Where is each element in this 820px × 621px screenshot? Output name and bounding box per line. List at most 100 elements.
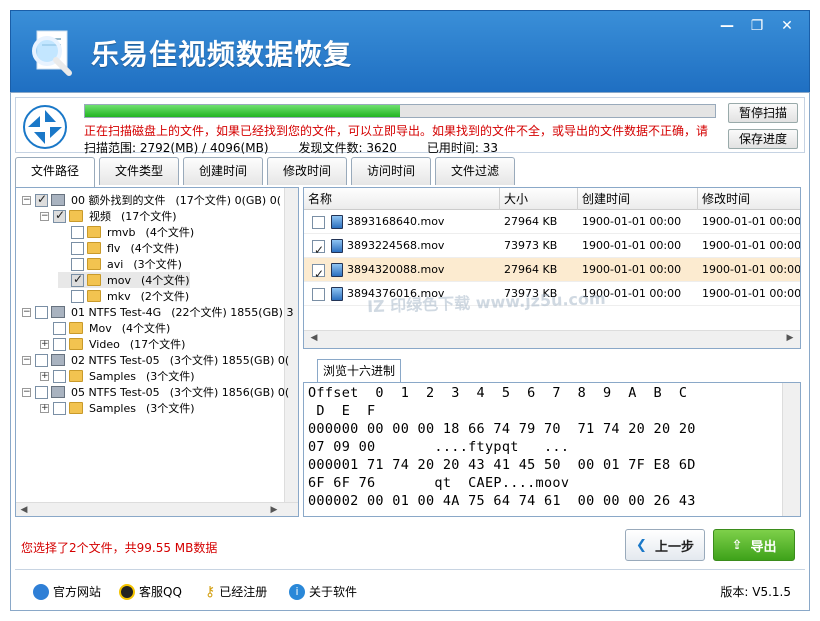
tree-checkbox[interactable] [53,208,66,223]
file-size-cell: 73973 KB [504,239,558,252]
tree-checkbox[interactable] [71,225,84,239]
list-horizontal-scrollbar[interactable]: ◀ ▶ [304,330,800,348]
hex-line: Offset 0 1 2 3 4 5 6 7 8 9 A B C [308,385,688,401]
file-list-header: 名称 大小 创建时间 修改时间 [304,188,800,210]
file-name: 3893224568.mov [347,239,445,252]
minimize-button[interactable]: — [713,15,741,37]
file-checkbox[interactable] [312,262,325,282]
tree-node-count: (4个文件) [140,274,190,287]
tree-node[interactable]: − 视频 (17个文件) [40,208,177,224]
tree-vertical-scrollbar[interactable] [284,188,298,502]
tree-node-count: (3个文件) [133,258,182,271]
tree-node-label: 01 NTFS Test-4G [71,305,162,319]
tree-checkbox[interactable] [53,337,66,351]
file-name: 3894320088.mov [347,263,445,276]
maximize-button[interactable]: ❐ [743,15,771,37]
tree-node[interactable]: flv (4个文件) [58,240,179,256]
chevron-left-icon: ❮ [636,537,647,553]
tree-node-label: 02 NTFS Test-05 [71,353,160,367]
export-button[interactable]: ⇪ 导出 [713,529,795,561]
hex-line: 000001 71 74 20 20 43 41 45 50 00 01 7F … [308,457,696,473]
tree-expander-icon[interactable]: − [22,307,31,317]
tree-node[interactable]: rmvb (4个文件) [58,224,194,240]
elapsed-time: 已用时间: 33 [426,141,499,155]
folder-icon [87,242,101,254]
col-created-header[interactable]: 创建时间 [578,188,698,210]
tree-checkbox[interactable] [71,289,84,303]
tree-node[interactable]: Mov (4个文件) [40,320,170,336]
tab-hex-view[interactable]: 浏览十六进制 [317,359,401,383]
scan-message: 正在扫描磁盘上的文件，如果已经找到您的文件，可以立即导出。如果找到的文件不全，或… [84,124,709,138]
browser-icon [33,583,49,600]
file-name-cell: 3894320088.mov [304,258,500,282]
col-size-header[interactable]: 大小 [500,188,578,210]
tab-file-filter[interactable]: 文件过滤 [435,157,515,185]
tree-checkbox[interactable] [53,401,66,415]
table-row[interactable]: 3893224568.mov 73973 KB 1900-01-01 00:00 19… [304,234,800,258]
drive-icon [51,194,65,206]
tab-file-type[interactable]: 文件类型 [99,157,179,185]
tree-horizontal-scrollbar[interactable]: ◀ ▶ [16,502,298,516]
file-checkbox[interactable] [312,215,325,229]
scroll-left-icon[interactable]: ◀ [306,331,322,345]
tree-expander-icon[interactable]: − [22,355,31,365]
tree-checkbox[interactable] [53,321,66,335]
file-checkbox[interactable] [312,238,325,258]
tree-node[interactable]: − 00 额外找到的文件 (17个文件) 0(GB) 0( [22,192,281,208]
tree-node[interactable]: avi (3个文件) [58,256,182,272]
tree-checkbox[interactable] [35,385,48,399]
save-progress-button[interactable]: 保存进度 [728,129,798,149]
close-button[interactable]: ✕ [773,15,801,37]
hex-line: 07 09 00 ....ftypqt ... [308,439,570,455]
about-software-link[interactable]: i 关于软件 [289,583,357,600]
tree-node[interactable]: − 02 NTFS Test-05 (3个文件) 1855(GB) 0( [22,352,289,368]
tree-node[interactable]: + Video (17个文件) [40,336,185,352]
tab-modified-time[interactable]: 修改时间 [267,157,347,185]
scroll-left-icon[interactable]: ◀ [16,503,32,516]
scroll-right-icon[interactable]: ▶ [782,331,798,345]
title-bar: 乐易佳视频数据恢复 — ❐ ✕ [10,10,810,92]
tab-access-time[interactable]: 访问时间 [351,157,431,185]
table-row[interactable]: 3894320088.mov 27964 KB 1900-01-01 00:00 19… [304,258,800,282]
pause-scan-button[interactable]: 暂停扫描 [728,103,798,123]
tab-created-time[interactable]: 创建时间 [183,157,263,185]
tree-checkbox[interactable] [71,257,84,271]
previous-step-button[interactable]: ❮ 上一步 [625,529,705,561]
hex-vertical-scrollbar[interactable] [782,383,800,516]
tree-node[interactable]: mov (4个文件) [58,272,190,288]
tree-node[interactable]: mkv (2个文件) [58,288,189,304]
tree-expander-icon[interactable]: + [40,339,49,349]
scroll-right-icon[interactable]: ▶ [266,503,282,516]
tree-node-label: avi [107,257,124,271]
registered-link[interactable]: ⚷ 已经注册 [205,583,267,600]
col-name-header[interactable]: 名称 [304,188,500,210]
tree-node-count: (3个文件) 1855(GB) 0( [169,354,290,367]
tree-checkbox[interactable] [53,369,66,383]
tree-node-label: 05 NTFS Test-05 [71,385,160,399]
table-row[interactable]: 3893168640.mov 27964 KB 1900-01-01 00:00 19… [304,210,800,234]
tree-checkbox[interactable] [35,192,48,207]
tree-node[interactable]: + Samples (3个文件) [40,400,195,416]
official-website-link[interactable]: 官方网站 [33,583,101,600]
tree-node[interactable]: − 01 NTFS Test-4G (22个文件) 1855(GB) 3 [22,304,293,320]
tree-checkbox[interactable] [71,241,84,255]
tree-expander-icon[interactable]: − [40,211,49,221]
file-name: 3893168640.mov [347,215,445,228]
tree-expander-icon[interactable]: + [40,403,49,413]
tree-checkbox[interactable] [35,305,48,319]
recovery-logo-icon [23,105,67,149]
tree-expander-icon[interactable]: − [22,195,31,205]
tree-checkbox[interactable] [71,272,84,287]
file-checkbox[interactable] [312,287,325,301]
folder-icon [69,210,83,222]
tree-checkbox[interactable] [35,353,48,367]
tree-node-count: (17个文件) [121,210,177,223]
tab-file-path[interactable]: 文件路径 [15,157,95,187]
folder-icon [69,322,83,334]
tree-node[interactable]: + Samples (3个文件) [40,368,195,384]
tree-expander-icon[interactable]: + [40,371,49,381]
tree-expander-icon[interactable]: − [22,387,31,397]
col-modified-header[interactable]: 修改时间 [698,188,800,210]
support-qq-link[interactable]: 客服QQ [119,583,182,600]
tree-node[interactable]: − 05 NTFS Test-05 (3个文件) 1856(GB) 0( [22,384,289,400]
